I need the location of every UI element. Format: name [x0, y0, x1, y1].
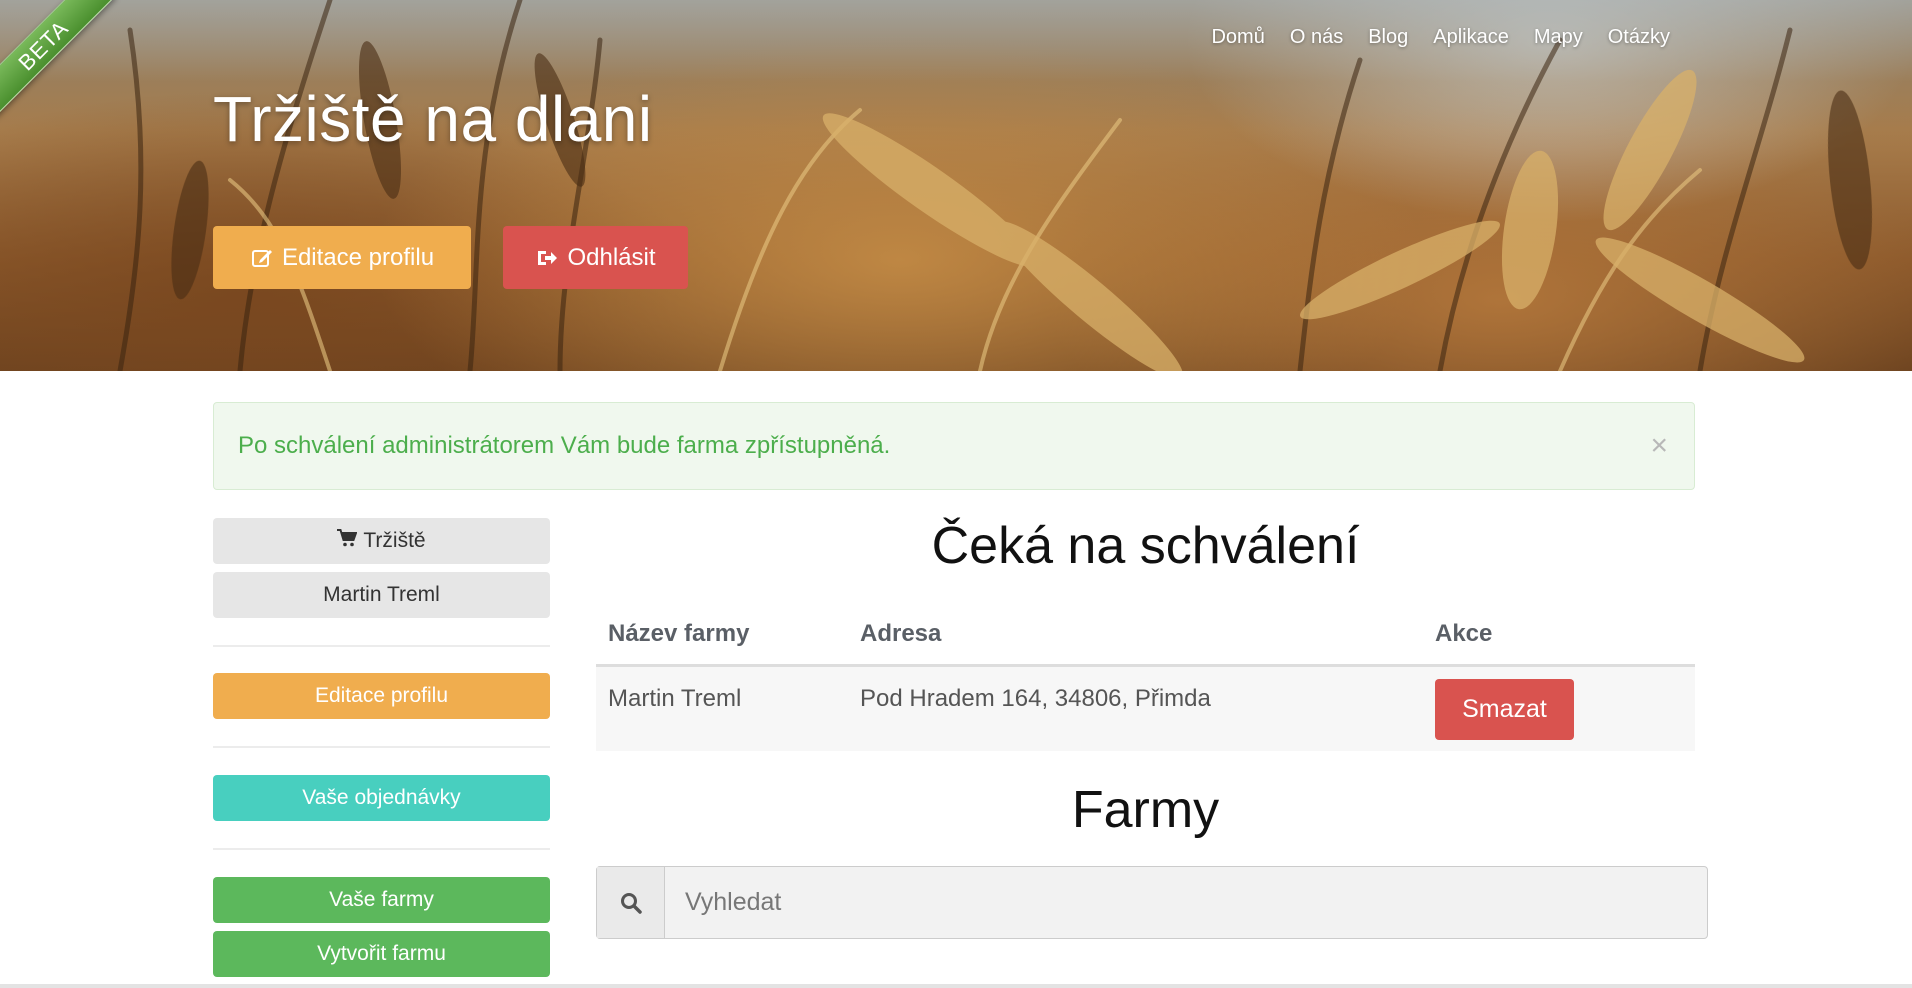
farm-name-cell: Martin Treml: [608, 685, 742, 712]
edit-profile-button[interactable]: Editace profilu: [213, 226, 471, 289]
nav-link-home[interactable]: Domů: [1211, 26, 1264, 49]
nav-link-faq[interactable]: Otázky: [1608, 26, 1670, 49]
cart-icon: [337, 529, 358, 553]
farm-search: [596, 866, 1708, 939]
nav-link-about[interactable]: O nás: [1290, 26, 1343, 49]
farm-address-cell: Pod Hradem 164, 34806, Přimda: [860, 685, 1211, 712]
market-label: Tržiště: [363, 529, 426, 552]
create-farm-button[interactable]: Vytvořit farmu: [213, 931, 550, 977]
column-header-actions: Akce: [1435, 620, 1493, 647]
alert-message: Po schválení administrátorem Vám bude fa…: [238, 432, 891, 459]
sidebar-divider: [213, 645, 550, 647]
pending-heading: Čeká na schválení: [931, 517, 1360, 575]
sidebar-divider: [213, 746, 550, 748]
sign-out-icon: [535, 246, 559, 270]
wheat-field-background: [117, 0, 1873, 371]
approval-alert: Po schválení administrátorem Vám bude fa…: [213, 402, 1695, 490]
column-header-farm-name: Název farmy: [608, 620, 750, 647]
search-input[interactable]: [665, 867, 1707, 938]
edit-profile-label: Editace profilu: [281, 243, 435, 271]
pending-table-header: Název farmy Adresa Akce: [596, 612, 1695, 667]
farms-heading: Farmy: [1071, 781, 1220, 839]
orders-button[interactable]: Vaše objednávky: [213, 775, 550, 821]
search-icon: [597, 867, 665, 938]
sidebar-divider: [213, 848, 550, 850]
table-row: Martin Treml Pod Hradem 164, 34806, Přim…: [596, 667, 1695, 751]
sidebar-edit-profile-button[interactable]: Editace profilu: [213, 673, 550, 719]
edit-icon: [250, 246, 274, 270]
hero-banner: BETA Domů O nás Blog Aplikace Mapy Otázk…: [0, 0, 1912, 371]
close-icon[interactable]: ×: [1650, 431, 1668, 461]
user-name-button[interactable]: Martin Treml: [213, 572, 550, 618]
nav-link-blog[interactable]: Blog: [1368, 26, 1408, 49]
nav-link-apps[interactable]: Aplikace: [1433, 26, 1509, 49]
logout-button[interactable]: Odhlásit: [503, 226, 688, 289]
logout-label: Odhlásit: [567, 243, 656, 271]
market-button[interactable]: Tržiště: [213, 518, 550, 564]
nav-link-maps[interactable]: Mapy: [1534, 26, 1583, 49]
column-header-address: Adresa: [860, 620, 942, 647]
page-bottom-border: [0, 984, 1912, 988]
your-farms-button[interactable]: Vaše farmy: [213, 877, 550, 923]
delete-button[interactable]: Smazat: [1435, 679, 1574, 740]
site-title: Tržiště na dlani: [213, 83, 653, 155]
top-nav: Domů O nás Blog Aplikace Mapy Otázky: [1211, 26, 1670, 49]
